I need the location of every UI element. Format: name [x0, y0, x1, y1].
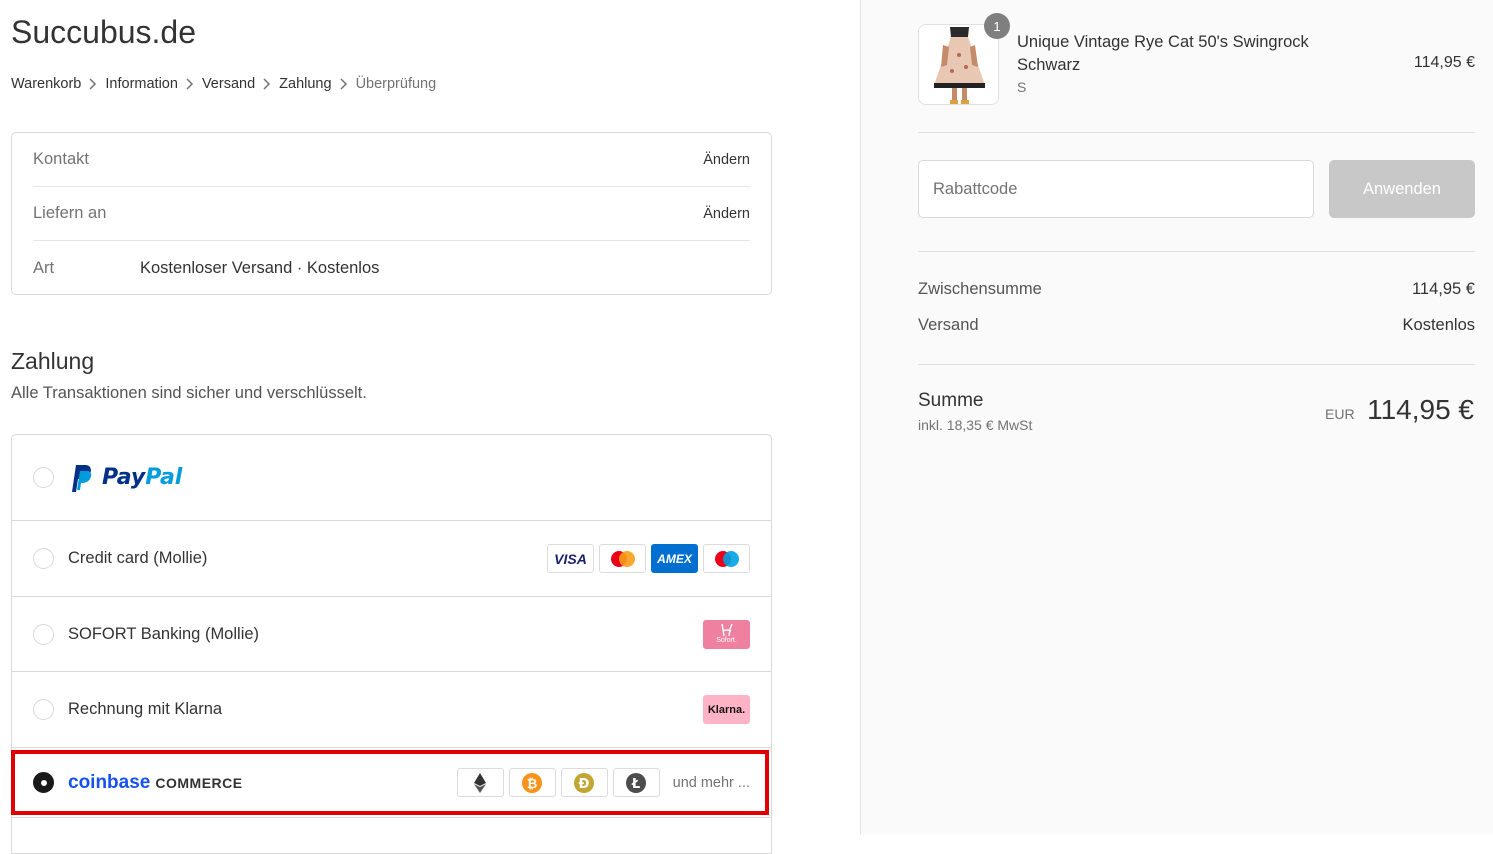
product-price: 114,95 €	[1413, 54, 1475, 71]
method-label: Art	[33, 258, 55, 277]
paypal-radio[interactable]	[33, 467, 54, 488]
shipping-value: Kostenlos	[1402, 316, 1475, 334]
breadcrumb-cart[interactable]: Warenkorb	[11, 76, 81, 92]
product-name: Unique Vintage Rye Cat 50's Swingrock Sc…	[1017, 33, 1309, 74]
currency-code: EUR	[1325, 406, 1355, 422]
coinbase-radio[interactable]	[33, 772, 54, 793]
svg-text:Ł: Ł	[631, 777, 640, 792]
klarna-icon: Klarna.	[703, 695, 750, 724]
cart-item: 1 Unique Vintage Rye Cat 50's Swingrock …	[918, 13, 1475, 106]
payment-option-credit-card[interactable]: Credit card (Mollie) VISA AMEX	[12, 521, 771, 597]
discount-code-input[interactable]	[918, 160, 1314, 218]
quantity-badge: 1	[984, 13, 1010, 39]
product-image	[919, 25, 998, 104]
paypal-p-icon	[72, 464, 92, 492]
coinbase-word: coinbase	[68, 771, 151, 793]
shop-title[interactable]: Succubus.de	[11, 14, 196, 51]
payment-option-coinbase[interactable]: coinbase COMMERCE ₿ Ð Ł und mehr ...	[12, 748, 771, 818]
more-crypto-text: und mehr ...	[672, 774, 750, 791]
review-contact-row: Kontakt Ändern	[33, 133, 750, 187]
amex-icon: AMEX	[651, 544, 698, 573]
payment-option-sofort[interactable]: SOFORT Banking (Mollie) Sofort.	[12, 597, 771, 672]
paypal-word-pal: Pal	[145, 465, 183, 490]
card-icons: VISA AMEX	[547, 544, 750, 573]
total-label: Summe	[918, 390, 984, 411]
sofort-radio[interactable]	[33, 623, 54, 645]
shipping-row: Versand Kostenlos	[918, 316, 1475, 335]
maestro-icon	[703, 544, 750, 573]
subtotal-value: 114,95 €	[1411, 280, 1475, 298]
tax-note: inkl. 18,35 € MwSt	[918, 417, 1033, 433]
sofort-icon: Sofort.	[703, 619, 750, 649]
product-thumbnail	[918, 24, 999, 105]
review-shipto-row: Liefern an Ändern	[33, 187, 750, 241]
svg-text:₿: ₿	[527, 777, 538, 792]
commerce-word: COMMERCE	[155, 774, 243, 791]
dogecoin-icon: Ð	[560, 768, 608, 797]
visa-text: VISA	[554, 550, 587, 567]
amex-text: AMEX	[657, 551, 692, 566]
chevron-right-icon	[81, 77, 105, 91]
ethereum-icon	[456, 768, 504, 797]
review-box: Kontakt Ändern Liefern an Ändern Art Kos…	[11, 132, 772, 295]
review-method-row: Art Kostenloser Versand · Kostenlos	[33, 241, 750, 295]
litecoin-icon: Ł	[612, 768, 660, 797]
divider	[918, 132, 1475, 133]
method-value: Kostenloser Versand · Kostenlos	[140, 258, 380, 277]
breadcrumb-shipping[interactable]: Versand	[202, 76, 255, 92]
shipping-label: Versand	[918, 316, 979, 334]
klarna-label: Rechnung mit Klarna	[68, 700, 223, 718]
payment-methods: PayPal Credit card (Mollie) VISA AMEX SO…	[11, 434, 772, 854]
contact-label: Kontakt	[33, 150, 89, 168]
sofort-label: SOFORT Banking (Mollie)	[68, 624, 260, 643]
main-content: Succubus.de Warenkorb Information Versan…	[0, 0, 860, 854]
product-variant: S	[1017, 79, 1027, 95]
chevron-right-icon	[178, 77, 202, 91]
subtotal-label: Zwischensumme	[918, 280, 1042, 298]
chevron-right-icon	[332, 77, 356, 91]
klarna-radio[interactable]	[33, 699, 54, 720]
crypto-icons: ₿ Ð Ł und mehr ...	[456, 768, 750, 797]
svg-text:Ð: Ð	[579, 777, 590, 792]
divider	[918, 251, 1475, 252]
payment-subtitle: Alle Transaktionen sind sicher und versc…	[11, 384, 367, 402]
credit-card-radio[interactable]	[33, 548, 54, 569]
visa-icon: VISA	[547, 544, 594, 573]
breadcrumb: Warenkorb Information Versand Zahlung Üb…	[11, 76, 436, 92]
mastercard-icon	[599, 544, 646, 573]
victory-hand-icon	[720, 623, 733, 637]
breadcrumb-information[interactable]: Information	[105, 76, 178, 92]
bitcoin-icon: ₿	[508, 768, 556, 797]
apply-discount-button[interactable]: Anwenden	[1329, 160, 1475, 218]
sofort-badge-text: Sofort.	[716, 637, 737, 644]
subtotal-row: Zwischensumme 114,95 €	[918, 280, 1475, 299]
klarna-badge-text: Klarna.	[707, 703, 746, 716]
change-contact-link[interactable]: Ändern	[703, 152, 750, 168]
order-summary: 1 Unique Vintage Rye Cat 50's Swingrock …	[860, 0, 1493, 834]
total-amount: 114,95 €	[1367, 394, 1474, 425]
payment-option-paypal[interactable]: PayPal	[12, 435, 771, 521]
ship-to-label: Liefern an	[33, 204, 107, 222]
klarna-icons: Klarna.	[703, 695, 750, 724]
payment-option-klarna[interactable]: Rechnung mit Klarna Klarna.	[12, 672, 771, 748]
paypal-logo: PayPal	[68, 463, 182, 493]
change-ship-to-link[interactable]: Ändern	[703, 206, 750, 222]
paypal-word-pay: Pay	[102, 465, 146, 490]
payment-title: Zahlung	[11, 348, 95, 374]
chevron-right-icon	[255, 77, 279, 91]
coinbase-logo: coinbase COMMERCE	[68, 772, 243, 794]
sofort-icons: Sofort.	[703, 619, 750, 649]
divider	[918, 364, 1475, 365]
credit-card-label: Credit card (Mollie)	[68, 549, 208, 567]
breadcrumb-payment: Zahlung	[279, 76, 332, 92]
breadcrumb-review: Überprüfung	[355, 76, 437, 92]
